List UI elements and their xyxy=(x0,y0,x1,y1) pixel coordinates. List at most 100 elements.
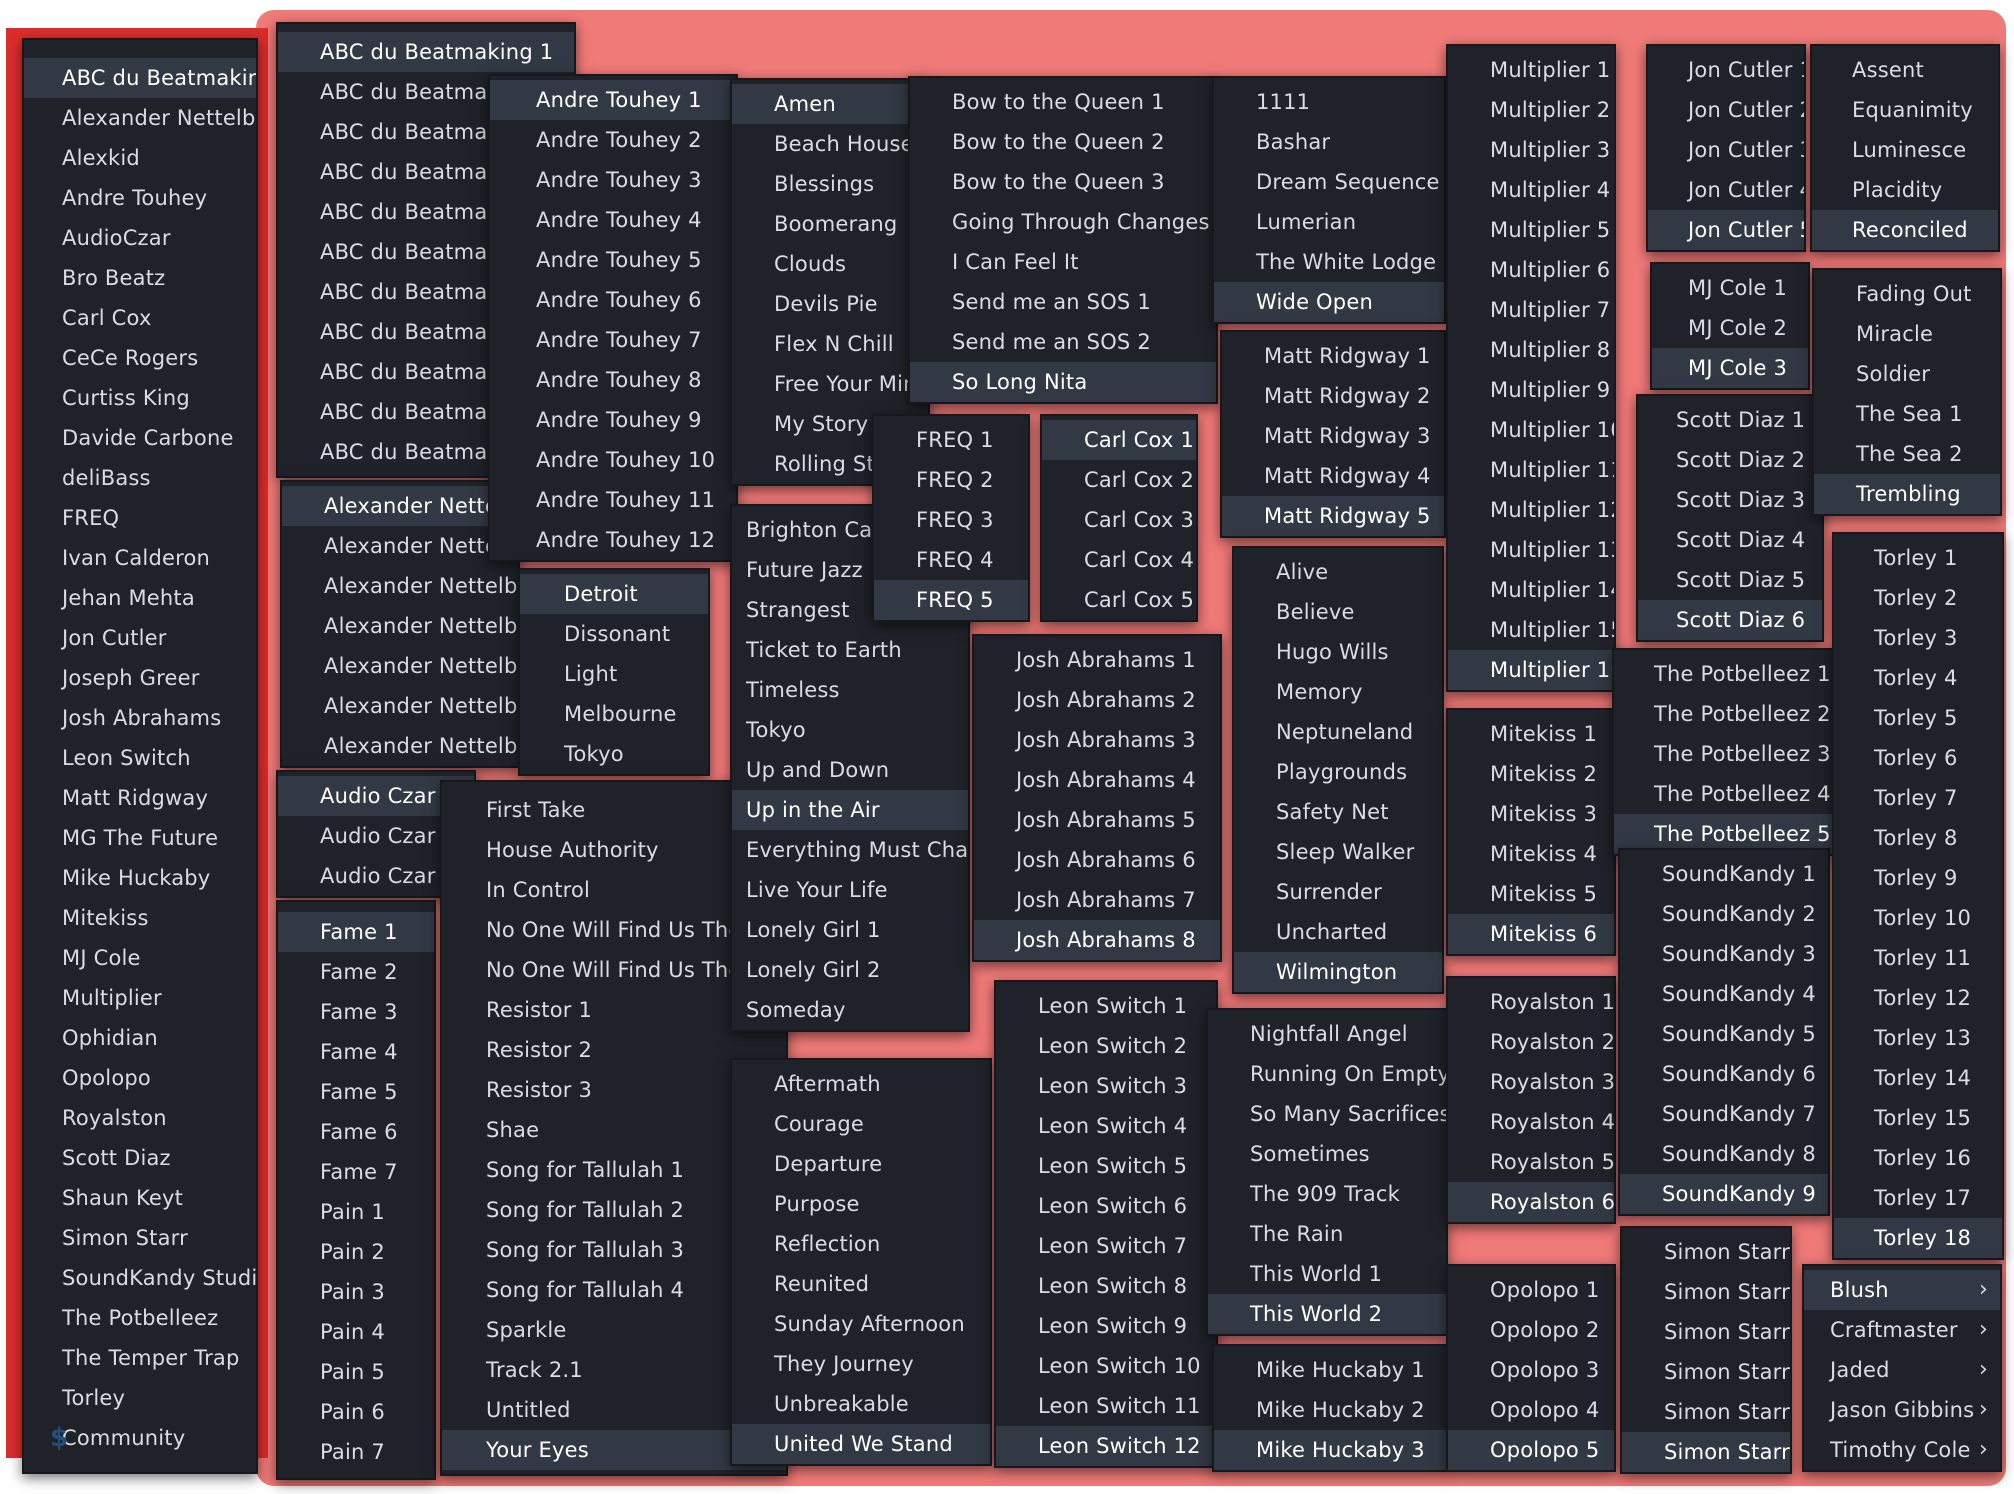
mitekiss-item[interactable]: Mitekiss 4 xyxy=(1448,834,1614,874)
alive-item[interactable]: Surrender xyxy=(1234,872,1442,912)
nightfall-item[interactable]: So Many Sacrifices xyxy=(1208,1094,1446,1134)
potbelleez-item[interactable]: The Potbelleez 3 xyxy=(1614,734,1832,774)
sidebar-item[interactable]: Torley xyxy=(24,1378,256,1418)
fame-item[interactable]: Fame 2 xyxy=(278,952,434,992)
josh-item[interactable]: Josh Abrahams 2 xyxy=(974,680,1220,720)
simonstarr-item[interactable]: Simon Starr 4 xyxy=(1622,1352,1790,1392)
fame-item[interactable]: Fame 6 xyxy=(278,1112,434,1152)
aftermath-item[interactable]: They Journey xyxy=(732,1344,990,1384)
leon-item[interactable]: Leon Switch 4 xyxy=(996,1106,1216,1146)
multiplier-item[interactable]: Multiplier 16 xyxy=(1448,650,1614,690)
mjcole-item[interactable]: MJ Cole 3 xyxy=(1652,348,1808,388)
sidebar-item[interactable]: Mike Huckaby xyxy=(24,858,256,898)
leon-item[interactable]: Leon Switch 11 xyxy=(996,1386,1216,1426)
bashar-item[interactable]: Lumerian xyxy=(1214,202,1444,242)
fading-item[interactable]: Soldier xyxy=(1814,354,2000,394)
alexander-item[interactable]: Alexander Nettelbeck 3 xyxy=(282,566,518,606)
sidebar-item[interactable]: Matt Ridgway xyxy=(24,778,256,818)
fame-item[interactable]: Fame 4 xyxy=(278,1032,434,1072)
sidebar-item[interactable]: Joseph Greer xyxy=(24,658,256,698)
detroit-item[interactable]: Melbourne xyxy=(520,694,708,734)
andre-item[interactable]: Andre Touhey 5 xyxy=(490,240,736,280)
sidebar-item[interactable]: MG The Future xyxy=(24,818,256,858)
simonstarr-item[interactable]: Simon Starr 2 xyxy=(1622,1272,1790,1312)
torley-item[interactable]: Torley 11 xyxy=(1834,938,2002,978)
scottdiaz-item[interactable]: Scott Diaz 3 xyxy=(1638,480,1822,520)
aftermath-item[interactable]: Aftermath xyxy=(732,1064,990,1104)
fame-item[interactable]: Fame 5 xyxy=(278,1072,434,1112)
sidebar-item[interactable]: Scott Diaz xyxy=(24,1138,256,1178)
torley-item[interactable]: Torley 18 xyxy=(1834,1218,2002,1258)
torley-item[interactable]: Torley 2 xyxy=(1834,578,2002,618)
alexander-item[interactable]: Alexander Nettelbeck 7 xyxy=(282,726,518,766)
opolopo-item[interactable]: Opolopo 4 xyxy=(1448,1390,1614,1430)
brighton-item[interactable]: Up and Down xyxy=(732,750,968,790)
matt-item[interactable]: Matt Ridgway 3 xyxy=(1222,416,1444,456)
assent-item[interactable]: Reconciled xyxy=(1812,210,1998,250)
joncutler-item[interactable]: Jon Cutler 1 xyxy=(1648,50,1804,90)
assent-item[interactable]: Assent xyxy=(1812,50,1998,90)
torley-item[interactable]: Torley 15 xyxy=(1834,1098,2002,1138)
detroit-item[interactable]: Dissonant xyxy=(520,614,708,654)
sidebar-item[interactable]: FREQ xyxy=(24,498,256,538)
fading-item[interactable]: Fading Out xyxy=(1814,274,2000,314)
multiplier-item[interactable]: Multiplier 13 xyxy=(1448,530,1614,570)
amen-item[interactable]: Free Your Mind xyxy=(732,364,928,404)
soundkandy-item[interactable]: SoundKandy 7 xyxy=(1620,1094,1828,1134)
mitekiss-item[interactable]: Mitekiss 1 xyxy=(1448,714,1614,754)
andre-item[interactable]: Andre Touhey 6 xyxy=(490,280,736,320)
alive-item[interactable]: Safety Net xyxy=(1234,792,1442,832)
opolopo-item[interactable]: Opolopo 2 xyxy=(1448,1310,1614,1350)
soundkandy-item[interactable]: SoundKandy 3 xyxy=(1620,934,1828,974)
matt-item[interactable]: Matt Ridgway 1 xyxy=(1222,336,1444,376)
leon-item[interactable]: Leon Switch 6 xyxy=(996,1186,1216,1226)
leon-item[interactable]: Leon Switch 1 xyxy=(996,986,1216,1026)
bashar-item[interactable]: Dream Sequence xyxy=(1214,162,1444,202)
torley-item[interactable]: Torley 5 xyxy=(1834,698,2002,738)
alive-item[interactable]: Uncharted xyxy=(1234,912,1442,952)
carlcox-item[interactable]: Carl Cox 5 xyxy=(1042,580,1196,620)
detroit-item[interactable]: Tokyo xyxy=(520,734,708,774)
royalston-item[interactable]: Royalston 5 xyxy=(1448,1142,1614,1182)
carlcox-item[interactable]: Carl Cox 2 xyxy=(1042,460,1196,500)
leon-item[interactable]: Leon Switch 9 xyxy=(996,1306,1216,1346)
simonstarr-item[interactable]: Simon Starr 3 xyxy=(1622,1312,1790,1352)
scottdiaz-item[interactable]: Scott Diaz 2 xyxy=(1638,440,1822,480)
simonstarr-item[interactable]: Simon Starr 1 xyxy=(1622,1232,1790,1272)
community-item[interactable]: Jason Gibbins › xyxy=(1804,1390,2000,1430)
potbelleez-item[interactable]: The Potbelleez 4 xyxy=(1614,774,1832,814)
nightfall-item[interactable]: This World 2 xyxy=(1208,1294,1446,1334)
royalston-item[interactable]: Royalston 6 xyxy=(1448,1182,1614,1222)
brighton-item[interactable]: Someday xyxy=(732,990,968,1030)
torley-item[interactable]: Torley 8 xyxy=(1834,818,2002,858)
mjcole-item[interactable]: MJ Cole 2 xyxy=(1652,308,1808,348)
fame-item[interactable]: Fame 1 xyxy=(278,912,434,952)
fame-item[interactable]: Fame 3 xyxy=(278,992,434,1032)
nightfall-item[interactable]: Running On Empty xyxy=(1208,1054,1446,1094)
fading-item[interactable]: Trembling xyxy=(1814,474,2000,514)
sidebar-item[interactable]: Alexkid xyxy=(24,138,256,178)
sidebar-item[interactable]: Leon Switch xyxy=(24,738,256,778)
leon-item[interactable]: Leon Switch 7 xyxy=(996,1226,1216,1266)
mitekiss-item[interactable]: Mitekiss 2 xyxy=(1448,754,1614,794)
torley-item[interactable]: Torley 4 xyxy=(1834,658,2002,698)
joncutler-item[interactable]: Jon Cutler 2 xyxy=(1648,90,1804,130)
torley-item[interactable]: Torley 3 xyxy=(1834,618,2002,658)
bow-item[interactable]: Bow to the Queen 1 xyxy=(910,82,1216,122)
amen-item[interactable]: Boomerang xyxy=(732,204,928,244)
aftermath-item[interactable]: Purpose xyxy=(732,1184,990,1224)
josh-item[interactable]: Josh Abrahams 6 xyxy=(974,840,1220,880)
alive-item[interactable]: Alive xyxy=(1234,552,1442,592)
torley-item[interactable]: Torley 9 xyxy=(1834,858,2002,898)
leon-item[interactable]: Leon Switch 12 xyxy=(996,1426,1216,1466)
amen-item[interactable]: Clouds xyxy=(732,244,928,284)
community-item[interactable]: Blush › xyxy=(1804,1270,2000,1310)
sidebar-item[interactable]: Jehan Mehta xyxy=(24,578,256,618)
detroit-item[interactable]: Detroit xyxy=(520,574,708,614)
multiplier-item[interactable]: Multiplier 7 xyxy=(1448,290,1614,330)
matt-item[interactable]: Matt Ridgway 4 xyxy=(1222,456,1444,496)
alexander-item[interactable]: Alexander Nettelbeck 5 xyxy=(282,646,518,686)
sidebar-item[interactable]: Bro Beatz xyxy=(24,258,256,298)
sidebar-item[interactable]: Mitekiss xyxy=(24,898,256,938)
scottdiaz-item[interactable]: Scott Diaz 6 xyxy=(1638,600,1822,640)
